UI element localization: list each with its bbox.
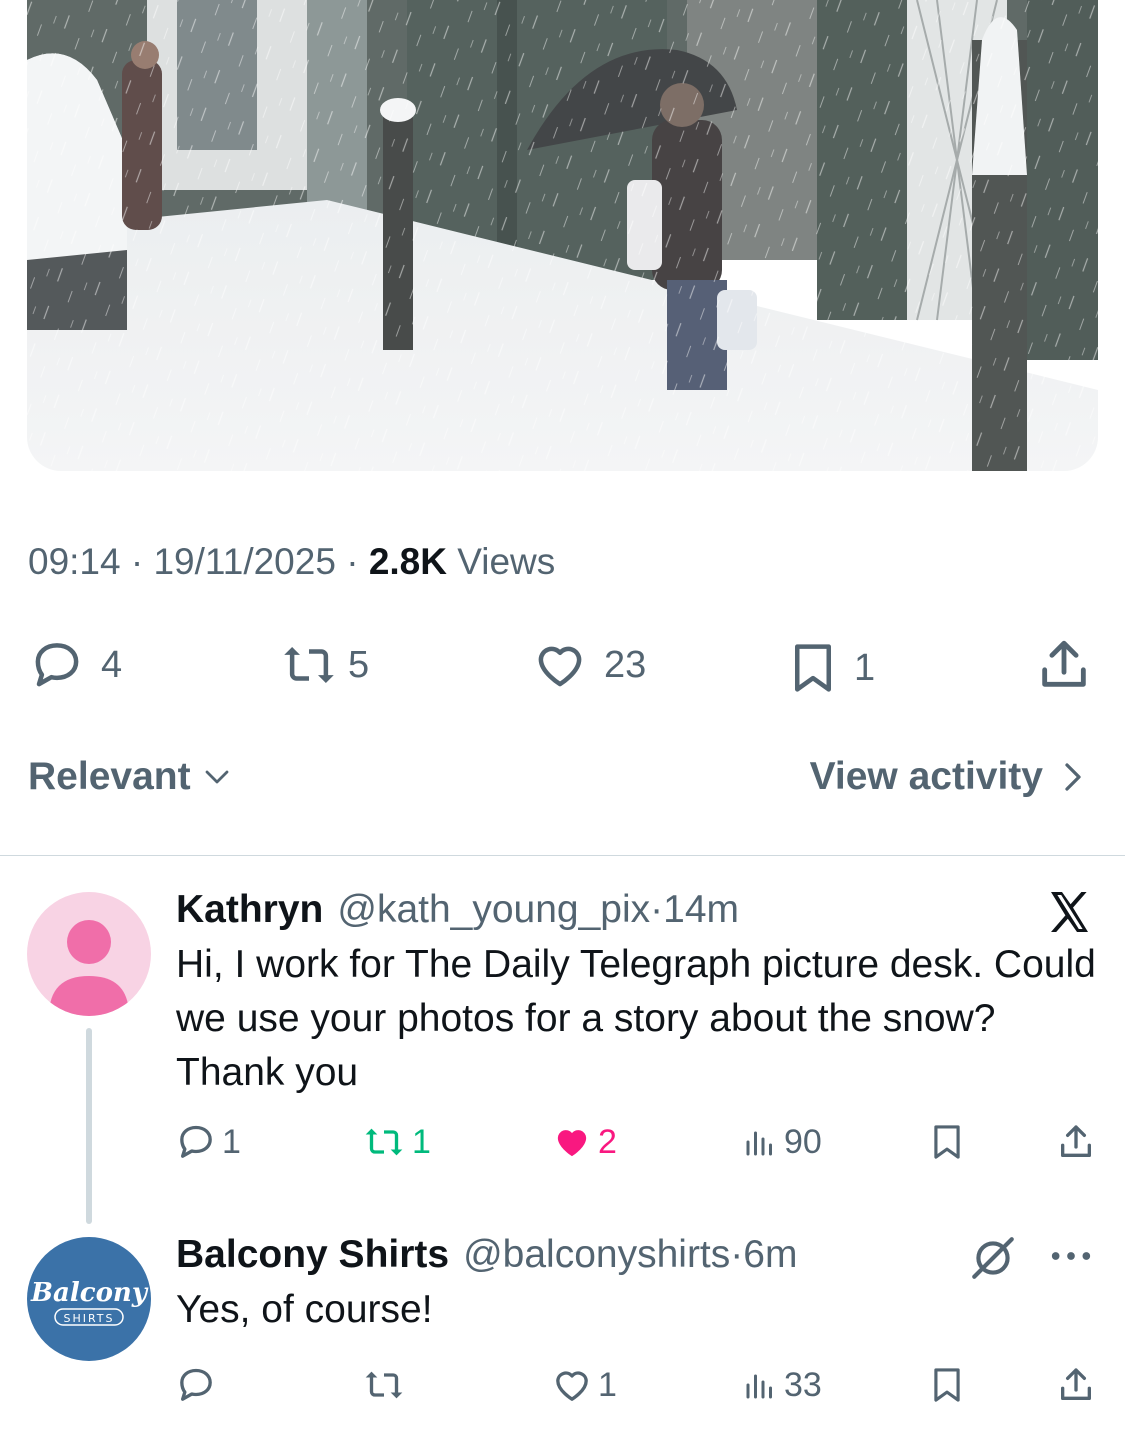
reply-icon (35, 643, 79, 687)
author-handle[interactable]: @balconyshirts (463, 1233, 730, 1277)
default-avatar-icon (49, 920, 129, 1016)
chevron-down-icon (205, 770, 228, 784)
repost-icon (365, 1128, 403, 1156)
tweet-action-bar: 4 5 23 1 (0, 630, 1125, 700)
like-button[interactable]: 23 (530, 638, 646, 692)
meta-separator: · (335, 541, 369, 582)
sort-label: Relevant (28, 755, 191, 798)
bookmark-icon (934, 1125, 960, 1159)
meta-separator: · (120, 541, 154, 582)
tweet-time: 09:14 (28, 541, 121, 582)
reply-item[interactable]: Balcony SHIRTS Balcony Shirts @balconysh… (0, 1215, 1125, 1432)
heart-icon (538, 646, 582, 687)
bookmark-count: 1 (854, 646, 876, 689)
meta-separator: · (650, 888, 664, 931)
share-button[interactable] (1056, 1122, 1096, 1162)
section-divider (0, 855, 1125, 856)
like-button[interactable]: 1 (552, 1365, 617, 1405)
reply-text: Hi, I work for The Daily Telegraph pictu… (176, 943, 1096, 1094)
repost-count: 1 (412, 1122, 431, 1161)
grok-icon[interactable] (968, 1233, 1018, 1288)
reply-action-bar: 1 1 2 90 (0, 1122, 1125, 1172)
reply-header: Balcony Shirts @balconyshirts · 6m (176, 1233, 797, 1277)
tweet-photo[interactable] (27, 0, 1098, 471)
views-button[interactable]: 33 (742, 1365, 822, 1405)
reply-button[interactable] (176, 1365, 216, 1405)
reply-item[interactable]: Kathryn @kath_young_pix · 14m Hi, I work… (0, 870, 1125, 1224)
view-activity-link[interactable]: View activity (810, 755, 1085, 799)
author-name[interactable]: Kathryn (176, 888, 323, 932)
reply-button[interactable]: 1 (176, 1122, 241, 1162)
like-count: 1 (598, 1365, 617, 1404)
reply-count: 4 (101, 643, 123, 686)
tweet-meta: 09:14 · 19/11/2025 · 2.8K Views (28, 541, 555, 583)
snow-street-image (27, 0, 1098, 471)
repost-button[interactable] (362, 1365, 406, 1405)
author-name[interactable]: Balcony Shirts (176, 1233, 449, 1277)
reply-header: Kathryn @kath_young_pix · 14m (176, 888, 739, 932)
reply-text: Yes, of course! (176, 1288, 433, 1331)
repost-button[interactable]: 1 (362, 1122, 431, 1162)
views-count[interactable]: 2.8K (369, 541, 447, 582)
heart-icon (556, 1371, 588, 1401)
x-logo-icon (1044, 888, 1094, 941)
chevron-right-icon (1065, 763, 1081, 791)
repost-icon (365, 1371, 403, 1399)
more-options-icon[interactable] (1048, 1241, 1094, 1276)
share-icon (1061, 1368, 1091, 1400)
bookmark-icon (795, 644, 831, 692)
balcony-shirts-logo: Balcony SHIRTS (30, 1278, 149, 1326)
view-activity-label: View activity (809, 755, 1043, 798)
reply-time: 14m (663, 888, 740, 931)
reply-count: 1 (222, 1122, 241, 1161)
reply-time: 6m (743, 1233, 798, 1276)
tweet-date: 19/11/2025 (153, 541, 336, 582)
bookmark-button[interactable] (928, 1365, 966, 1405)
like-button[interactable]: 2 (552, 1122, 617, 1162)
reply-sort-bar: Relevant View activity (0, 755, 1125, 811)
avatar[interactable]: Balcony SHIRTS (27, 1237, 151, 1361)
bookmark-button[interactable]: 1 (786, 638, 875, 698)
reply-button[interactable]: 4 (27, 638, 122, 692)
repost-icon (284, 647, 334, 683)
views-count: 90 (784, 1122, 822, 1161)
repost-button[interactable]: 5 (278, 638, 369, 692)
reply-icon (180, 1368, 212, 1401)
share-button[interactable] (1056, 1365, 1096, 1405)
views-label[interactable]: Views (447, 541, 555, 582)
heart-filled-icon (557, 1130, 587, 1157)
views-button[interactable]: 90 (742, 1122, 822, 1162)
author-handle[interactable]: @kath_young_pix (337, 888, 650, 932)
bookmark-button[interactable] (928, 1122, 966, 1162)
share-icon (1061, 1125, 1091, 1157)
share-icon (1042, 640, 1086, 687)
like-count: 23 (604, 643, 647, 686)
like-count: 2 (598, 1122, 617, 1161)
share-button[interactable] (1035, 636, 1093, 694)
views-count: 33 (784, 1365, 822, 1404)
analytics-icon (746, 1131, 772, 1156)
repost-count: 5 (348, 643, 370, 686)
sort-dropdown[interactable]: Relevant (28, 755, 237, 799)
meta-separator: · (730, 1233, 744, 1276)
avatar[interactable] (27, 892, 151, 1016)
reply-icon (180, 1125, 212, 1158)
svg-text:SHIRTS: SHIRTS (63, 1312, 114, 1325)
bookmark-icon (934, 1368, 960, 1402)
analytics-icon (746, 1374, 772, 1399)
svg-text:Balcony: Balcony (30, 1278, 149, 1308)
reply-action-bar: 1 33 (0, 1365, 1125, 1415)
